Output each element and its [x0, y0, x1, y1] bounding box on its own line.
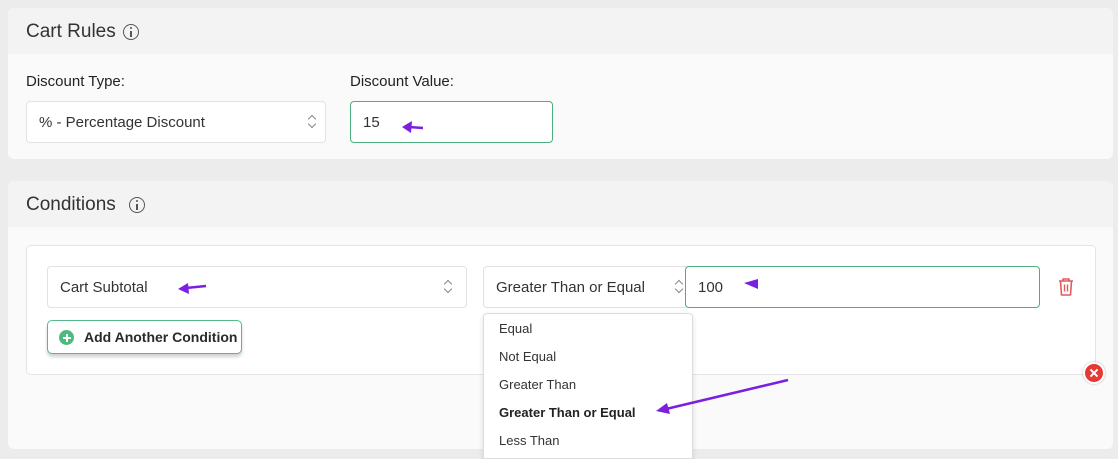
condition-amount-input[interactable]: 100 — [685, 266, 1040, 308]
condition-field-value: Cart Subtotal — [60, 279, 148, 296]
condition-operator-select[interactable]: Greater Than or Equal — [483, 266, 688, 308]
page: Cart Rules Discount Type: % - Percentage… — [0, 0, 1118, 459]
dropdown-option[interactable]: Greater Than — [499, 377, 576, 392]
select-arrows-icon — [443, 279, 453, 295]
select-arrows-icon — [674, 279, 684, 295]
discount-value-label: Discount Value: — [350, 73, 454, 90]
dropdown-option[interactable]: Less Than — [499, 433, 559, 448]
discount-type-value: % - Percentage Discount — [39, 114, 205, 131]
discount-value-input[interactable]: 15 — [350, 101, 553, 143]
condition-amount-text: 100 — [698, 279, 724, 296]
cart-rules-header: Cart Rules — [8, 8, 1113, 54]
condition-operator-value: Greater Than or Equal — [496, 279, 645, 296]
operator-dropdown-list: Equal Not Equal Greater Than Greater Tha… — [483, 313, 693, 459]
trash-icon[interactable] — [1057, 277, 1075, 297]
discount-type-label: Discount Type: — [26, 73, 125, 90]
cart-rules-panel: Cart Rules Discount Type: % - Percentage… — [8, 8, 1113, 159]
add-condition-label: Add Another Condition — [84, 329, 238, 345]
info-icon[interactable] — [123, 24, 139, 40]
info-icon[interactable] — [129, 197, 145, 213]
dropdown-option[interactable]: Equal — [499, 321, 532, 336]
cart-rules-title: Cart Rules — [26, 21, 116, 42]
discount-value-text: 15 — [363, 114, 380, 131]
add-condition-button[interactable]: Add Another Condition — [47, 320, 242, 354]
dropdown-option[interactable]: Not Equal — [499, 349, 556, 364]
conditions-title: Conditions — [26, 194, 116, 215]
plus-icon — [59, 330, 74, 345]
select-arrows-icon — [307, 114, 317, 130]
conditions-header: Conditions — [8, 181, 1113, 227]
dropdown-option-selected[interactable]: Greater Than or Equal — [499, 405, 636, 420]
condition-field-select[interactable]: Cart Subtotal — [47, 266, 467, 308]
close-icon[interactable] — [1083, 362, 1105, 384]
discount-type-select[interactable]: % - Percentage Discount — [26, 101, 326, 143]
